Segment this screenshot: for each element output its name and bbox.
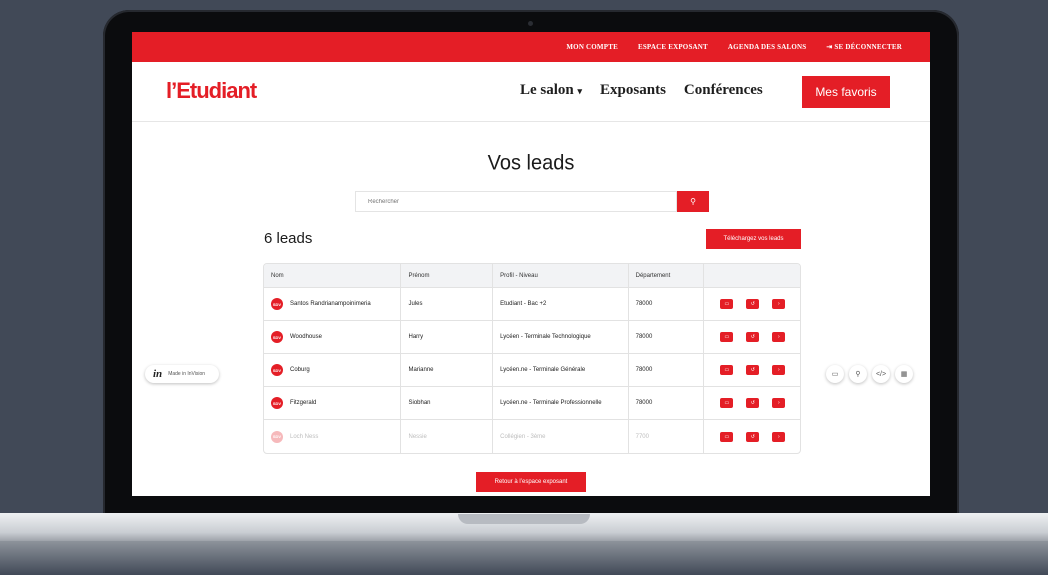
search-icon[interactable]: ⚲ xyxy=(849,365,867,383)
table-row: SDV Woodhouse Harry Lycéen - Terminale Te… xyxy=(264,321,800,354)
comment-icon[interactable]: ▭ xyxy=(720,332,734,342)
cell-nom: Fitzgerald xyxy=(290,400,317,406)
comment-icon[interactable]: ▭ xyxy=(826,365,844,383)
top-bar: MON COMPTE ESPACE EXPOSANT AGENDA DES SA… xyxy=(132,32,930,62)
laptop-shadow xyxy=(0,541,1048,575)
sdv-badge: SDV xyxy=(271,397,283,409)
cell-departement: 78000 xyxy=(629,387,705,419)
chevron-right-icon[interactable]: › xyxy=(772,398,786,408)
download-leads-button[interactable]: Téléchargez vos leads xyxy=(706,229,801,249)
code-icon[interactable]: </> xyxy=(872,365,890,383)
history-icon[interactable]: ↺ xyxy=(746,365,760,375)
site-header: l’Etudiant Le salon ▾ Exposants Conféren… xyxy=(132,62,930,122)
cell-nom: Woodhouse xyxy=(290,334,322,340)
grid-icon[interactable]: ▦ xyxy=(895,365,913,383)
nav-item-conferences[interactable]: Conférences xyxy=(684,82,763,99)
sdv-badge: SDV xyxy=(271,430,283,443)
page-title: Vos leads xyxy=(487,151,575,175)
cell-profil: Lycéen - Terminale Technologique xyxy=(493,321,629,353)
topbar-link-espace-exposant[interactable]: ESPACE EXPOSANT xyxy=(638,43,708,51)
comment-icon[interactable]: ▭ xyxy=(720,431,734,442)
table-row: SDV Loch Ness Nessie Collégien - 3ème 770… xyxy=(264,420,800,453)
search-input[interactable] xyxy=(355,191,677,212)
history-icon[interactable]: ↺ xyxy=(746,431,760,442)
invision-badge-text: Made in InVision xyxy=(168,371,206,377)
history-icon[interactable]: ↺ xyxy=(746,398,760,408)
screen: MON COMPTE ESPACE EXPOSANT AGENDA DES SA… xyxy=(132,32,930,496)
leads-table: Nom Prénom Profil - Niveau Département S… xyxy=(263,263,801,454)
chevron-right-icon[interactable]: › xyxy=(772,332,786,342)
invision-toolbar: ▭ ⚲ </> ▦ xyxy=(826,365,913,383)
search-bar: ⚲ xyxy=(355,191,709,212)
search-icon: ⚲ xyxy=(690,197,696,206)
back-to-exhibitor-space-button[interactable]: Retour à l’espace exposant xyxy=(476,472,586,492)
laptop-notch xyxy=(458,514,590,524)
cell-profil: Collégien - 3ème xyxy=(493,420,629,453)
sdv-badge: SDV xyxy=(271,364,283,376)
table-row: SDV Coburg Marianne Lycéen.ne - Terminale… xyxy=(264,354,800,387)
column-header-prenom[interactable]: Prénom xyxy=(401,264,494,287)
favorites-button[interactable]: Mes favoris xyxy=(802,76,890,108)
sdv-badge: SDV xyxy=(271,298,283,310)
invision-logo: in xyxy=(153,368,163,380)
cell-departement: 78000 xyxy=(629,354,705,386)
chevron-right-icon[interactable]: › xyxy=(772,431,786,442)
column-header-departement[interactable]: Département xyxy=(629,264,705,287)
table-header: Nom Prénom Profil - Niveau Département xyxy=(264,264,800,288)
topbar-link-mon-compte[interactable]: MON COMPTE xyxy=(566,43,618,51)
camera-icon xyxy=(528,21,533,26)
cell-profil: Lycéen.ne - Terminale Professionnelle xyxy=(493,387,629,419)
chevron-down-icon: ▾ xyxy=(577,86,583,96)
logo[interactable]: l’Etudiant xyxy=(166,78,257,104)
cell-departement: 7700 xyxy=(629,420,705,453)
comment-icon[interactable]: ▭ xyxy=(720,398,734,408)
topbar-link-agenda[interactable]: AGENDA DES SALONS xyxy=(728,43,806,51)
topbar-link-logout[interactable]: ⇥ SE DÉCONNECTER xyxy=(826,43,902,51)
leads-count: 6 leads xyxy=(264,230,313,247)
chevron-right-icon[interactable]: › xyxy=(772,365,786,375)
cell-nom: Santos Randrianampoinimeria xyxy=(290,301,371,307)
cell-prenom: Harry xyxy=(401,321,494,353)
cell-profil: Lycéen.ne - Terminale Générale xyxy=(493,354,629,386)
cell-departement: 78000 xyxy=(629,288,705,320)
nav-item-exposants[interactable]: Exposants xyxy=(600,82,666,99)
table-row: SDV Santos Randrianampoinimeria Jules Etu… xyxy=(264,288,800,321)
search-button[interactable]: ⚲ xyxy=(677,191,709,212)
history-icon[interactable]: ↺ xyxy=(746,299,760,309)
history-icon[interactable]: ↺ xyxy=(746,332,760,342)
made-in-invision-badge[interactable]: in Made in InVision xyxy=(145,365,219,383)
cell-departement: 78000 xyxy=(629,321,705,353)
sdv-badge: SDV xyxy=(271,331,283,343)
column-header-profil[interactable]: Profil - Niveau xyxy=(493,264,629,287)
column-header-actions xyxy=(704,264,800,287)
comment-icon[interactable]: ▭ xyxy=(720,299,734,309)
cell-prenom: Nessie xyxy=(401,420,494,453)
nav-item-le-salon[interactable]: Le salon ▾ xyxy=(520,82,582,99)
chevron-right-icon[interactable]: › xyxy=(772,299,786,309)
column-header-nom[interactable]: Nom xyxy=(264,264,402,287)
cell-profil: Etudiant - Bac +2 xyxy=(493,288,629,320)
cell-nom: Loch Ness xyxy=(290,433,319,440)
comment-icon[interactable]: ▭ xyxy=(720,365,734,375)
table-row: SDV Fitzgerald Siobhan Lycéen.ne - Termin… xyxy=(264,387,800,420)
main-nav: Le salon ▾ Exposants Conférences xyxy=(520,82,763,99)
cell-nom: Coburg xyxy=(290,367,310,373)
cell-prenom: Jules xyxy=(401,288,494,320)
cell-prenom: Marianne xyxy=(401,354,494,386)
cell-prenom: Siobhan xyxy=(401,387,494,419)
